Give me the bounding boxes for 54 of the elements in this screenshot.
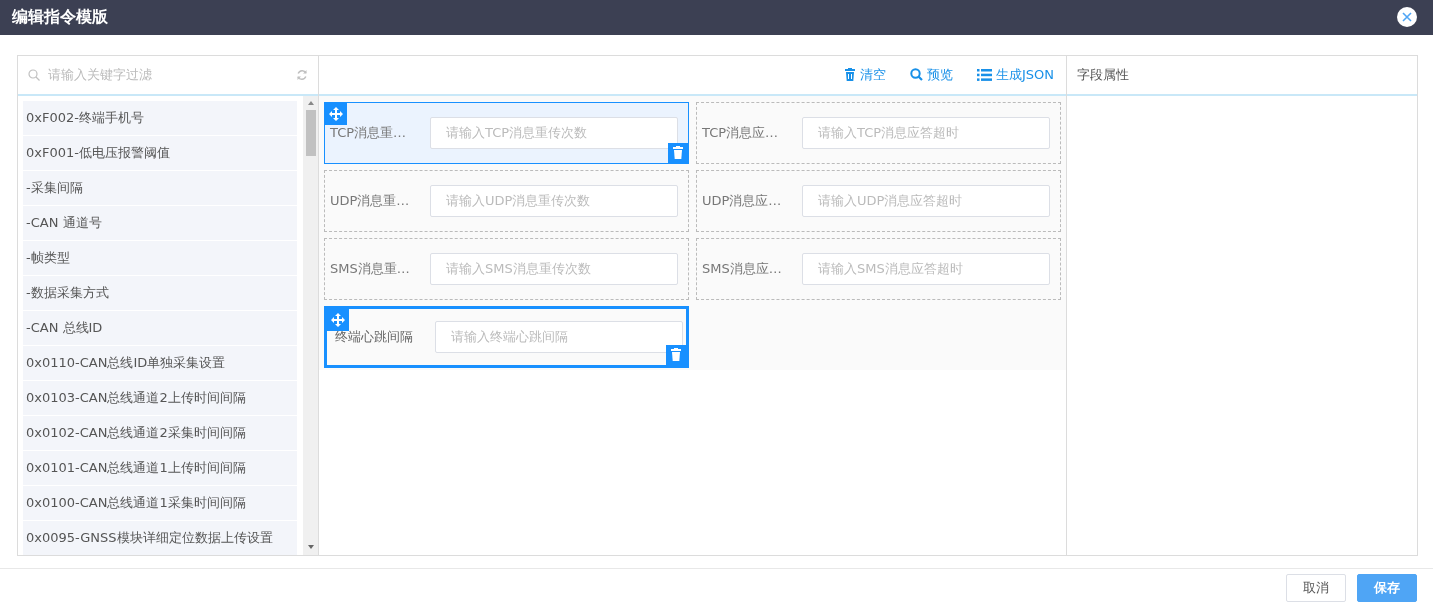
scrollbar[interactable] [303, 95, 318, 555]
field-list-item[interactable]: 0x0102-CAN总线通道2采集时间间隔 [23, 415, 297, 450]
move-icon[interactable] [325, 102, 347, 125]
form-item[interactable]: TCP消息应… 请输入TCP消息应答超时 [696, 101, 1061, 164]
form-item[interactable]: UDP消息重… 请输入UDP消息重传次数 [324, 169, 689, 232]
dialog-title: 编辑指令模版 [12, 6, 108, 28]
delete-icon[interactable] [668, 142, 688, 163]
refresh-icon[interactable] [296, 68, 308, 81]
input-field[interactable]: 请输入UDP消息应答超时 [802, 184, 1050, 217]
field-list-item[interactable]: 0x0095-GNSS模块详细定位数据上传设置 [23, 520, 297, 555]
input-field[interactable]: 请输入TCP消息应答超时 [802, 116, 1050, 149]
field-list-item[interactable]: 0xF001-低电压报警阈值 [23, 135, 297, 170]
field-label: TCP消息重… [330, 123, 408, 142]
field-list-item[interactable]: 0x0100-CAN总线通道1采集时间间隔 [23, 485, 297, 520]
field-list-item[interactable]: 0xF002-终端手机号 [23, 100, 297, 135]
json-button[interactable]: 生成JSON [976, 65, 1054, 84]
form-item[interactable]: 终端心跳间隔 请输入终端心跳间隔 [324, 305, 689, 368]
scrollbar-thumb[interactable] [305, 109, 316, 156]
field-list-item[interactable]: 0x0101-CAN总线通道1上传时间间隔 [23, 450, 297, 485]
search-icon [909, 68, 923, 82]
trash-icon [843, 68, 856, 82]
clear-button[interactable]: 清空 [843, 65, 886, 84]
preview-button[interactable]: 预览 [909, 65, 953, 84]
field-label: UDP消息重… [330, 191, 411, 210]
form-item[interactable]: SMS消息重… 请输入SMS消息重传次数 [324, 237, 689, 300]
field-list-item[interactable]: -采集间隔 [23, 170, 297, 205]
list-icon [976, 68, 992, 81]
field-label: UDP消息应… [702, 191, 783, 210]
input-field[interactable]: 请输入TCP消息重传次数 [430, 116, 678, 149]
field-list-item[interactable]: 0x0103-CAN总线通道2上传时间间隔 [23, 380, 297, 415]
field-label: TCP消息应… [702, 123, 780, 142]
search-icon [28, 68, 40, 81]
field-list-item[interactable]: -数据采集方式 [23, 275, 297, 310]
field-list-item[interactable]: 0x0110-CAN总线ID单独采集设置 [23, 345, 297, 380]
scroll-down-icon[interactable] [306, 543, 315, 550]
form-item[interactable]: SMS消息应… 请输入SMS消息应答超时 [696, 237, 1061, 300]
field-label: SMS消息重… [330, 259, 411, 278]
form-item[interactable]: UDP消息应… 请输入UDP消息应答超时 [696, 169, 1061, 232]
input-field[interactable]: 请输入终端心跳间隔 [435, 320, 683, 353]
input-field[interactable]: 请输入SMS消息重传次数 [430, 252, 678, 285]
move-icon[interactable] [327, 308, 349, 331]
field-list-item[interactable]: -CAN 总线ID [23, 310, 297, 345]
scroll-up-icon[interactable] [306, 99, 315, 106]
field-label: 终端心跳间隔 [335, 327, 414, 346]
field-label: SMS消息应… [702, 259, 783, 278]
form-item[interactable]: TCP消息重… 请输入TCP消息重传次数 [324, 101, 689, 164]
close-icon[interactable] [1397, 7, 1417, 28]
delete-icon[interactable] [666, 344, 686, 365]
input-field[interactable]: 请输入SMS消息应答超时 [802, 252, 1050, 285]
field-list-item[interactable]: -CAN 通道号 [23, 205, 297, 240]
input-field[interactable]: 请输入UDP消息重传次数 [430, 184, 678, 217]
field-list-item[interactable]: -帧类型 [23, 240, 297, 275]
panel-title: 字段属性 [1077, 65, 1129, 84]
cancel-button[interactable]: 取消 [1286, 573, 1346, 602]
